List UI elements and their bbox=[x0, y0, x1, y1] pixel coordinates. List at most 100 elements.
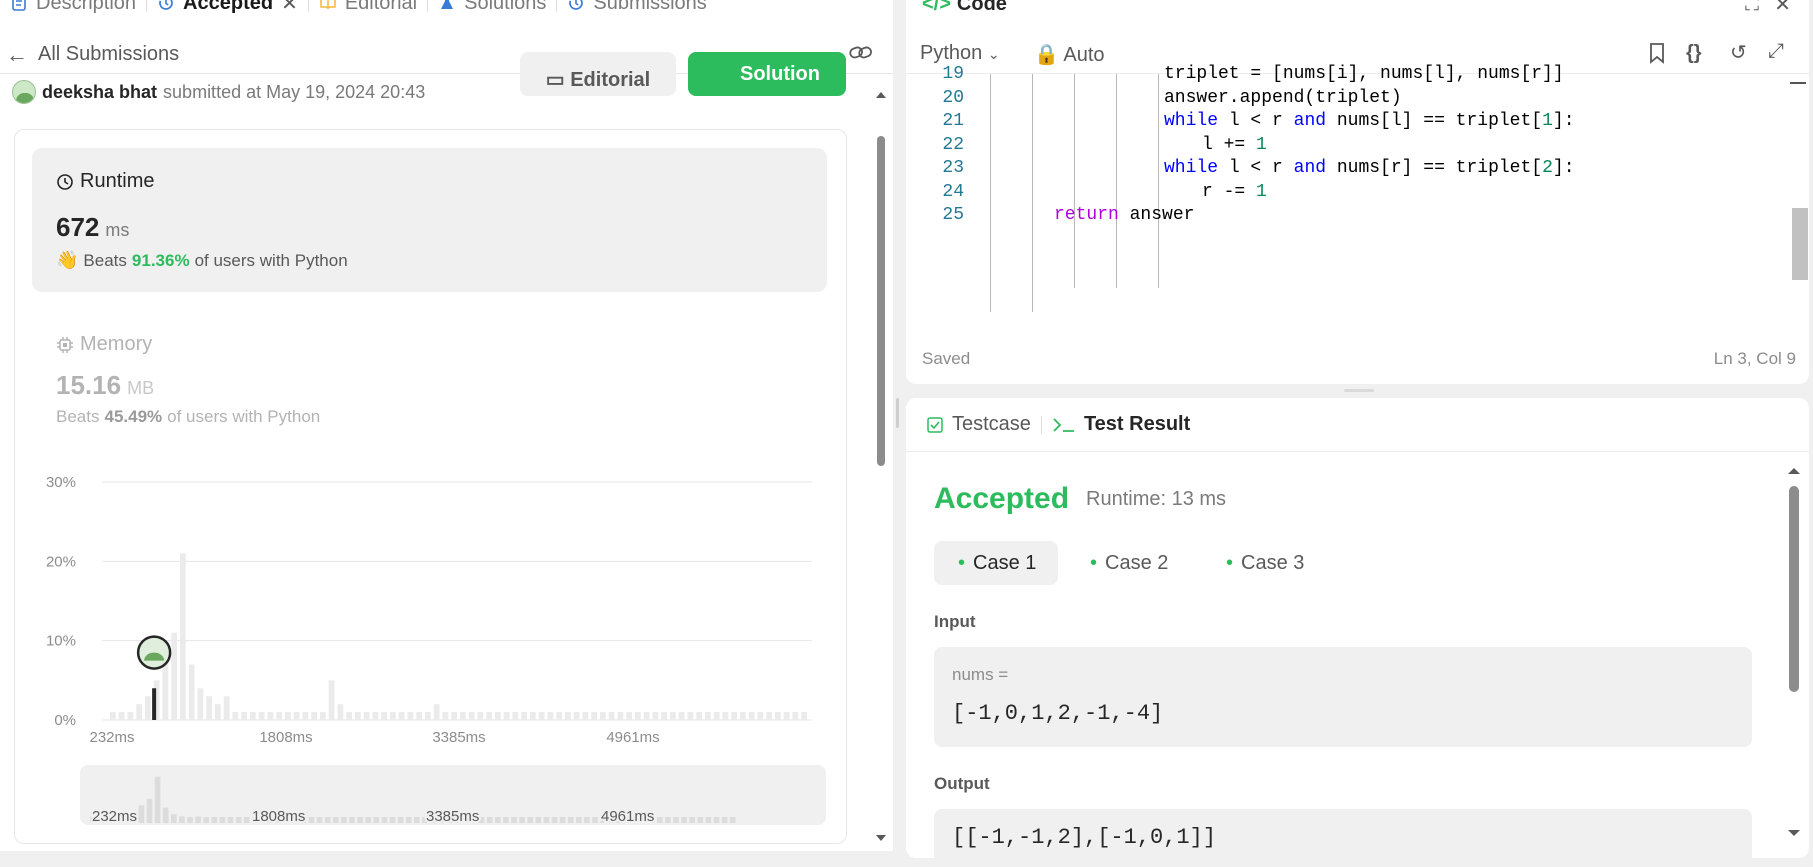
chart-bar[interactable] bbox=[302, 712, 309, 720]
chart-bar[interactable] bbox=[617, 712, 624, 720]
chart-bar[interactable] bbox=[127, 712, 134, 720]
chart-bar[interactable] bbox=[267, 712, 274, 720]
chart-bar[interactable] bbox=[346, 712, 352, 720]
link-icon[interactable] bbox=[848, 42, 874, 64]
chart-bar[interactable] bbox=[407, 712, 414, 720]
runtime-distribution-chart[interactable]: 30% 20% 10% 0% 232ms 1808ms 3385ms 4961ms bbox=[40, 470, 820, 750]
chart-bar[interactable] bbox=[591, 712, 597, 720]
tab-test-result[interactable]: Test Result bbox=[1052, 413, 1190, 436]
chart-bar[interactable] bbox=[678, 712, 685, 720]
chart-bar[interactable] bbox=[197, 688, 204, 720]
chart-bar[interactable] bbox=[398, 712, 405, 720]
chart-bar[interactable] bbox=[451, 712, 457, 720]
chart-bar[interactable] bbox=[460, 712, 466, 720]
chart-bar[interactable] bbox=[311, 712, 317, 720]
chart-bar[interactable] bbox=[363, 712, 370, 720]
chart-bar[interactable] bbox=[442, 712, 449, 720]
chart-bar[interactable] bbox=[661, 712, 667, 720]
chart-bar[interactable] bbox=[538, 712, 545, 720]
chart-bar[interactable] bbox=[206, 696, 212, 720]
chart-bar[interactable] bbox=[687, 712, 694, 720]
chart-bar[interactable] bbox=[136, 704, 142, 720]
chart-bar[interactable] bbox=[258, 712, 265, 720]
tab-testcase[interactable]: Testcase bbox=[926, 413, 1031, 436]
chart-bar[interactable] bbox=[355, 712, 361, 720]
chart-bar[interactable] bbox=[468, 712, 475, 720]
chart-bar[interactable] bbox=[643, 712, 650, 720]
chart-bar[interactable] bbox=[731, 712, 737, 720]
chart-bar[interactable] bbox=[573, 712, 580, 720]
chart-bar[interactable] bbox=[486, 712, 492, 720]
output-box[interactable]: [[-1,-1,2],[-1,0,1]] bbox=[934, 809, 1752, 858]
chart-bar[interactable] bbox=[582, 712, 589, 720]
chart-bar[interactable] bbox=[766, 712, 772, 720]
chart-bar[interactable] bbox=[670, 712, 676, 720]
chart-bar[interactable] bbox=[328, 680, 335, 720]
chart-bar[interactable] bbox=[145, 696, 151, 720]
chart-bar[interactable] bbox=[320, 712, 326, 720]
solution-button[interactable]: Solution bbox=[688, 52, 846, 96]
tab-description[interactable]: Description bbox=[0, 0, 146, 15]
all-submissions-link[interactable]: All Submissions bbox=[38, 43, 179, 66]
case-tab-3[interactable]: Case 3 bbox=[1202, 541, 1326, 585]
chart-bar[interactable] bbox=[276, 712, 282, 720]
chart-bar[interactable] bbox=[188, 664, 195, 720]
chart-bar[interactable] bbox=[547, 712, 554, 720]
chart-bar[interactable] bbox=[792, 712, 799, 720]
chart-bar[interactable] bbox=[110, 712, 116, 720]
chart-bar[interactable] bbox=[390, 712, 396, 720]
chart-bar[interactable] bbox=[180, 553, 186, 720]
chart-bar[interactable] bbox=[608, 712, 615, 720]
panel-resize-handle[interactable] bbox=[1344, 389, 1374, 392]
chart-bar[interactable] bbox=[118, 712, 125, 720]
author-name[interactable]: deeksha bhat bbox=[42, 82, 157, 103]
mode-toggle[interactable]: 🔒 Auto bbox=[1034, 42, 1105, 67]
chart-bar[interactable] bbox=[250, 712, 256, 720]
chart-bar[interactable] bbox=[512, 712, 519, 720]
arrow-left-icon[interactable]: ← bbox=[6, 42, 28, 68]
chart-bar[interactable] bbox=[783, 712, 790, 720]
tab-accepted[interactable]: Accepted ✕ bbox=[147, 0, 308, 16]
bookmark-icon[interactable] bbox=[1648, 42, 1666, 64]
chart-bar[interactable] bbox=[337, 704, 344, 720]
chart-bar[interactable] bbox=[495, 712, 501, 720]
chart-bar[interactable] bbox=[433, 704, 440, 720]
expand-icon[interactable]: ⤢ bbox=[1768, 40, 1784, 63]
format-icon[interactable]: {} bbox=[1686, 42, 1702, 65]
panel-splitter[interactable] bbox=[896, 398, 899, 428]
editorial-button[interactable]: ▭ Editorial bbox=[520, 52, 676, 96]
chart-bar[interactable] bbox=[521, 712, 527, 720]
chart-bar[interactable] bbox=[503, 712, 510, 720]
chart-bar[interactable] bbox=[372, 712, 379, 720]
chart-bar[interactable] bbox=[241, 712, 247, 720]
chart-bar[interactable] bbox=[705, 712, 711, 720]
chart-bar[interactable] bbox=[477, 712, 484, 720]
tab-solutions[interactable]: Solutions bbox=[428, 0, 556, 15]
close-icon[interactable]: ✕ bbox=[1774, 0, 1791, 17]
chart-bar[interactable] bbox=[381, 712, 387, 720]
user-avatar-marker[interactable] bbox=[136, 635, 172, 670]
close-icon[interactable]: ✕ bbox=[281, 0, 298, 16]
chart-bar[interactable] bbox=[565, 712, 571, 720]
chart-bar[interactable] bbox=[232, 712, 239, 720]
left-scrollbar[interactable] bbox=[874, 88, 888, 848]
result-scrollbar[interactable] bbox=[1786, 464, 1802, 844]
chart-bar[interactable] bbox=[223, 696, 230, 720]
chart-bar[interactable] bbox=[530, 712, 536, 720]
chart-bar[interactable] bbox=[215, 704, 221, 720]
case-tab-2[interactable]: Case 2 bbox=[1066, 541, 1190, 585]
chart-bar[interactable] bbox=[171, 632, 177, 720]
chart-bar[interactable] bbox=[556, 712, 562, 720]
chart-bar[interactable] bbox=[626, 712, 632, 720]
chart-bar[interactable] bbox=[801, 712, 807, 720]
code-line[interactable]: 25 return answer bbox=[906, 205, 1194, 232]
code-editor[interactable]: 19 triplet = [nums[i], nums[l], nums[r]] 2… bbox=[906, 64, 1786, 314]
chart-bar[interactable] bbox=[757, 712, 764, 720]
memory-card[interactable]: Memory 15.16 MB Beats 45.49% of users wit… bbox=[56, 333, 320, 427]
chart-bar[interactable] bbox=[600, 712, 606, 720]
tab-editorial[interactable]: Editorial bbox=[309, 0, 427, 15]
language-select[interactable]: Python ⌄ bbox=[920, 42, 1000, 65]
chart-bar[interactable] bbox=[635, 712, 641, 720]
chart-bar[interactable] bbox=[696, 712, 702, 720]
current-submission-bar[interactable] bbox=[152, 688, 157, 720]
